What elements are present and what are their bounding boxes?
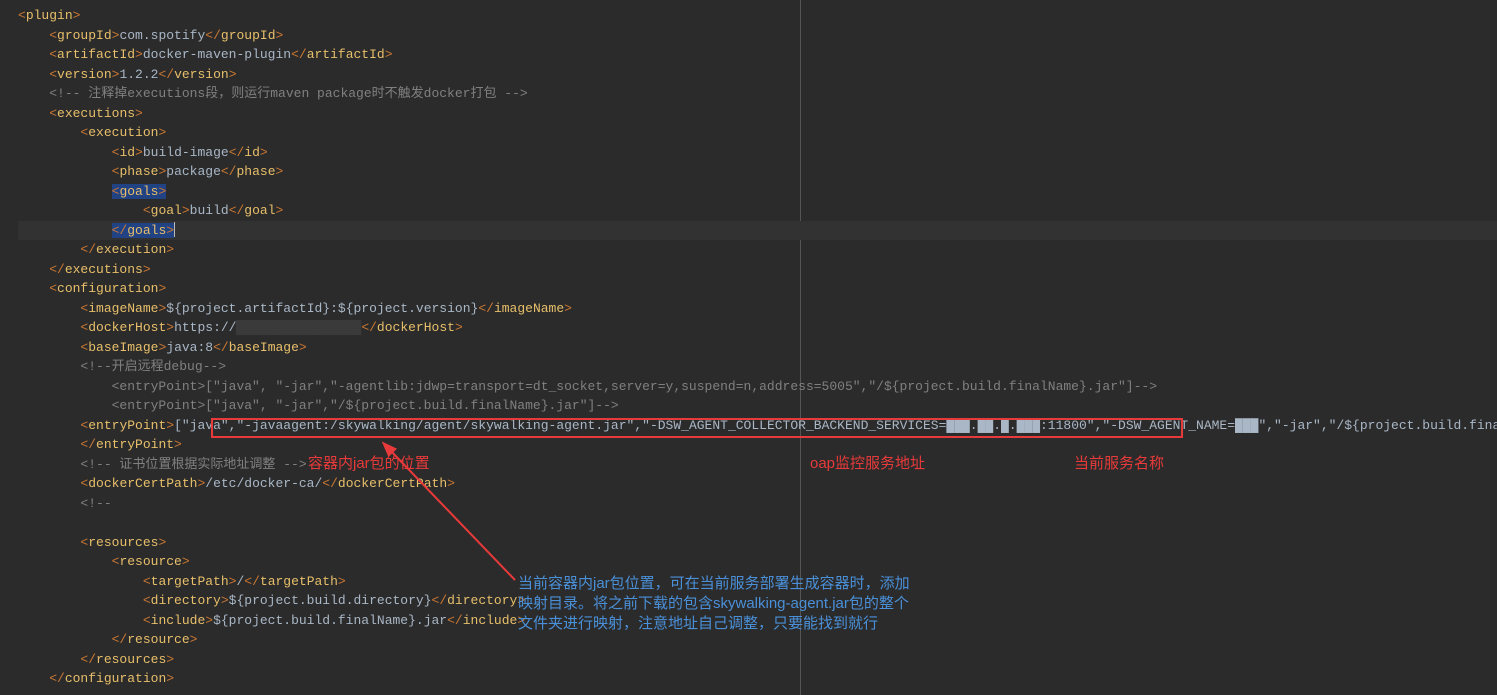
code-line: </resources> (18, 650, 1497, 670)
code-line: <entryPoint>["java","-javaagent:/skywalk… (18, 416, 1497, 436)
code-editor[interactable]: <plugin> <groupId>com.spotify</groupId> … (0, 0, 1497, 695)
code-line: <!-- 注释掉executions段，则运行maven package时不触发… (18, 84, 1497, 104)
code-line: </resource> (18, 630, 1497, 650)
code-line: <configuration> (18, 279, 1497, 299)
code-line: </configuration> (18, 669, 1497, 689)
code-line: <!-- (18, 494, 1497, 514)
code-line: <goals> (18, 182, 1497, 202)
code-line: <executions> (18, 104, 1497, 124)
code-line: <targetPath>/</targetPath> (18, 572, 1497, 592)
code-line: <version>1.2.2</version> (18, 65, 1497, 85)
code-line: <!--开启远程debug--> (18, 357, 1497, 377)
code-line: <dockerHost>https://████████████████</do… (18, 318, 1497, 338)
code-line: <dockerCertPath>/etc/docker-ca/</dockerC… (18, 474, 1497, 494)
code-line: <resources> (18, 533, 1497, 553)
code-line: <artifactId>docker-maven-plugin</artifac… (18, 45, 1497, 65)
code-line: </execution> (18, 240, 1497, 260)
code-line: <baseImage>java:8</baseImage> (18, 338, 1497, 358)
code-line: <groupId>com.spotify</groupId> (18, 26, 1497, 46)
code-line: </executions> (18, 260, 1497, 280)
code-line: <plugin> (18, 6, 1497, 26)
code-line: <phase>package</phase> (18, 162, 1497, 182)
code-line: <resource> (18, 552, 1497, 572)
code-line: </entryPoint> (18, 435, 1497, 455)
code-line: <entryPoint>["java", "-jar","-agentlib:j… (18, 377, 1497, 397)
code-line: <goal>build</goal> (18, 201, 1497, 221)
code-line: <imageName>${project.artifactId}:${proje… (18, 299, 1497, 319)
code-line: <!-- 证书位置根据实际地址调整 --> (18, 455, 1497, 475)
code-line: <include>${project.build.finalName}.jar<… (18, 611, 1497, 631)
code-line-cursor: </goals> (18, 221, 1497, 241)
code-line (18, 513, 1497, 533)
code-line: <entryPoint>["java", "-jar","/${project.… (18, 396, 1497, 416)
code-line: <id>build-image</id> (18, 143, 1497, 163)
code-line: <directory>${project.build.directory}</d… (18, 591, 1497, 611)
code-line: <execution> (18, 123, 1497, 143)
